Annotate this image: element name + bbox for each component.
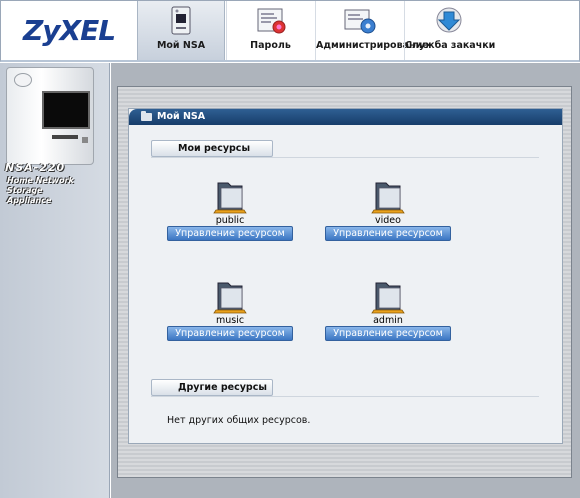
device-subtitle-line2: Appliance [7,196,52,205]
share-item-public: public Управление ресурсом [167,179,293,241]
device-subtitle: Home Network Storage Appliance [7,176,109,206]
share-folder-icon[interactable] [370,179,406,215]
share-item-music: music Управление ресурсом [167,279,293,341]
device-slot [52,135,78,139]
device-button [14,73,32,87]
tab-label: Администрирование [316,40,429,51]
share-folder-icon[interactable] [212,179,248,215]
manage-share-button[interactable]: Управление ресурсом [167,226,293,241]
share-item-admin: admin Управление ресурсом [325,279,451,341]
device-model: NSA-220 [5,161,66,174]
main-content: Мой NSA Мои ресурсы public Управление ре… [111,63,580,498]
my-shares-title: Мои ресурсы [178,143,251,154]
tab-label: Служба закачки [405,40,496,51]
folder-icon [141,111,152,121]
top-navigation-bar: ZyXEL Мой NSA Пароль Администрирование С… [0,0,580,62]
share-name: admin [373,315,403,326]
manage-share-button[interactable]: Управление ресурсом [167,326,293,341]
manage-share-button[interactable]: Управление ресурсом [325,326,451,341]
share-item-video: video Управление ресурсом [325,179,451,241]
device-display [42,91,90,129]
my-nsa-panel: Мой NSA Мои ресурсы public Управление ре… [128,108,563,444]
panel-header: Мой NSA [129,109,562,125]
share-name: video [375,215,401,226]
other-shares-title: Другие ресурсы [178,382,267,393]
tab-label: Пароль [250,40,291,51]
panel-title: Мой NSA [157,111,206,122]
content-frame: Мой NSA Мои ресурсы public Управление ре… [117,86,572,478]
other-shares-heading: Другие ресурсы [151,379,273,396]
admin-gear-icon [341,6,379,36]
tab-my-nsa[interactable]: Мой NSA [137,1,225,60]
tab-administration[interactable]: Администрирование [315,1,429,60]
nas-device-image [6,67,100,167]
device-port [82,137,88,143]
tab-download-service[interactable]: Служба закачки [404,1,496,60]
device-sidebar: NSA-220 Home Network Storage Appliance [0,63,110,498]
nas-device-icon [162,6,200,36]
password-certificate-icon [252,6,290,36]
no-other-shares-text: Нет других общих ресурсов. [167,415,311,426]
tab-label: Мой NSA [156,40,206,51]
zyxel-logo: ZyXEL [1,1,137,60]
share-folder-icon[interactable] [370,279,406,315]
share-name: music [215,315,245,326]
manage-share-button[interactable]: Управление ресурсом [325,226,451,241]
my-shares-heading: Мои ресурсы [151,140,273,157]
divider [151,396,539,397]
logo-text: ZyXEL [22,14,116,47]
share-folder-icon[interactable] [212,279,248,315]
tab-password[interactable]: Пароль [226,1,314,60]
download-globe-icon [431,6,469,36]
device-subtitle-line1: Home Network Storage [7,176,74,195]
divider [151,157,539,158]
share-name: public [215,215,245,226]
